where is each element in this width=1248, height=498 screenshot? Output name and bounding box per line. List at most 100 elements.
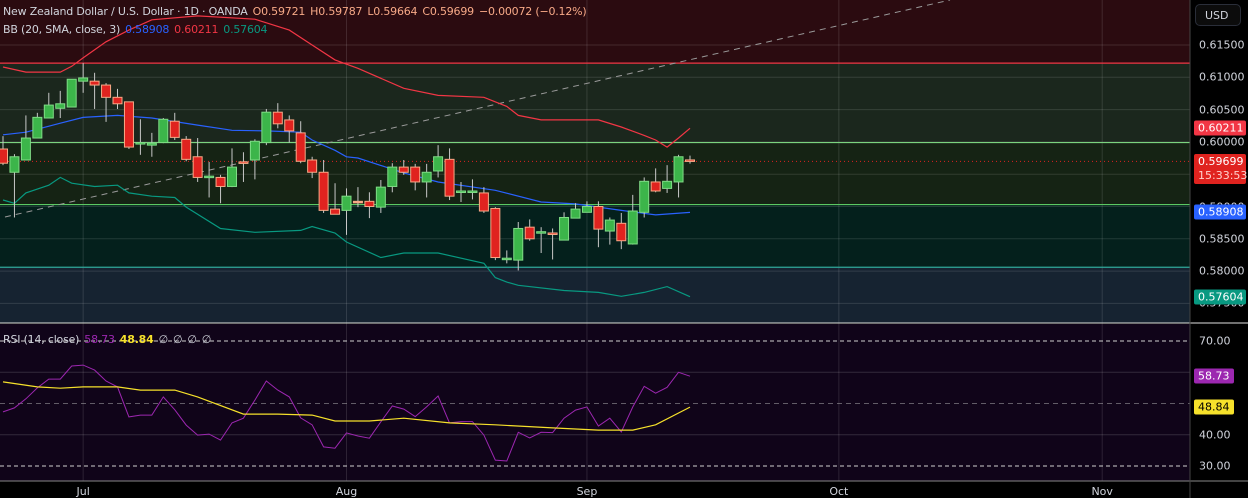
rsi-extra-value: ∅ — [201, 333, 212, 346]
candle-body — [192, 156, 203, 178]
candle-body — [204, 175, 215, 179]
candle-body — [158, 118, 169, 144]
candle-body — [513, 227, 524, 261]
rsi-tick-label: 30.00 — [1199, 459, 1231, 473]
candle-body — [352, 200, 363, 204]
rsi-value: 58.73 — [84, 333, 115, 346]
candle-body — [0, 148, 8, 164]
time-tick-label: Jul — [76, 485, 90, 498]
candle-body — [581, 206, 592, 213]
candle-body — [284, 119, 295, 132]
current-price-badge: 0.59699 15:33:53 — [1194, 154, 1248, 185]
candle-body — [318, 171, 329, 211]
candle-body — [55, 103, 66, 109]
bb-label: BB (20, SMA, close, 3) — [3, 23, 121, 36]
time-tick-label: Nov — [1091, 485, 1113, 498]
price-tick-label: 0.58500 — [1199, 232, 1245, 246]
candle-body — [20, 137, 31, 161]
rsi-extra-value: ∅ — [172, 333, 183, 346]
rsi-legend[interactable]: RSI (14, close) 58.73 48.84 ∅ ∅ ∅ ∅ — [3, 333, 216, 346]
candle-body — [639, 180, 650, 213]
candle-body — [627, 210, 638, 245]
candle-body — [410, 166, 421, 183]
candle-body — [524, 226, 535, 240]
ohlc-high: H0.59787 — [310, 5, 363, 18]
candle-body — [66, 78, 77, 108]
candle-body — [307, 159, 318, 173]
candle-body — [387, 166, 398, 187]
candle-body — [146, 142, 157, 146]
currency-button[interactable]: USD — [1195, 4, 1241, 26]
bb-upper-value: 0.60211 — [174, 23, 219, 36]
candle-body — [650, 181, 661, 192]
ohlc-close: C0.59699 — [422, 5, 474, 18]
price-tick-label: 0.58000 — [1199, 264, 1245, 278]
current-price-value: 0.59699 — [1198, 155, 1244, 169]
candle-body — [375, 186, 386, 208]
candle-body — [238, 161, 249, 164]
candle-body — [616, 222, 627, 242]
price-tick-label: 0.61500 — [1199, 38, 1245, 52]
ohlc-open: O0.59721 — [252, 5, 306, 18]
candle-body — [421, 171, 432, 183]
bb-lower-value: 0.57604 — [223, 23, 268, 36]
candle-body — [227, 166, 237, 187]
candle-body — [181, 138, 192, 160]
candle-body — [547, 232, 558, 235]
candle-body — [536, 231, 547, 234]
price-tick-label: 0.61000 — [1199, 70, 1245, 84]
candle-body — [123, 101, 134, 148]
candle-body — [32, 116, 43, 139]
candle-body — [570, 208, 581, 219]
time-tick-label: Aug — [335, 485, 358, 498]
candle-body — [662, 180, 673, 189]
candle-body — [249, 140, 260, 161]
rsi-tick-label: 70.00 — [1199, 334, 1231, 348]
zone-band — [0, 267, 1190, 323]
candle-body — [444, 158, 455, 197]
bb-lower-badge: 0.57604 — [1194, 289, 1246, 305]
candle-body — [456, 190, 466, 193]
candle-body — [478, 192, 489, 212]
candle-body — [295, 132, 306, 162]
candle-body — [43, 104, 54, 119]
candle-body — [685, 159, 695, 162]
candle-body — [398, 166, 409, 173]
rsi-ma-badge: 48.84 — [1194, 399, 1234, 415]
bb-basis-badge: 0.58908 — [1194, 204, 1246, 220]
candle-body — [78, 77, 89, 82]
symbol-title[interactable]: New Zealand Dollar / U.S. Dollar · 1D · … — [3, 5, 248, 18]
rsi-extra-value: ∅ — [187, 333, 197, 346]
candle-body — [467, 190, 478, 193]
rsi-badge: 58.73 — [1194, 368, 1234, 384]
candle-body — [272, 111, 283, 125]
bb-legend[interactable]: BB (20, SMA, close, 3) 0.58908 0.60211 0.57… — [3, 23, 272, 36]
candle-body — [169, 120, 180, 138]
candle-body — [433, 156, 444, 172]
candle-body — [89, 80, 100, 86]
bb-basis-value: 0.58908 — [125, 23, 170, 36]
candle-body — [604, 219, 615, 232]
candle-body — [673, 156, 684, 183]
candle-body — [135, 142, 146, 145]
ohlc-change: −0.00072 (−0.12%) — [478, 5, 587, 18]
candle-body — [341, 195, 352, 211]
candle-body — [490, 207, 501, 259]
rsi-extra-value: ∅ — [158, 333, 169, 346]
candle-body — [501, 257, 512, 261]
symbol-legend: New Zealand Dollar / U.S. Dollar · 1D · … — [3, 5, 592, 18]
bar-countdown: 15:33:53 — [1198, 169, 1248, 183]
rsi-ma-value: 48.84 — [119, 333, 154, 346]
rsi-label: RSI (14, close) — [3, 333, 80, 346]
rsi-tick-label: 40.00 — [1199, 428, 1231, 442]
candle-body — [215, 176, 226, 187]
candle-body — [364, 200, 375, 208]
rsi-pane-background — [0, 324, 1190, 481]
price-tick-label: 0.60500 — [1199, 103, 1245, 117]
time-tick-label: Oct — [829, 485, 849, 498]
candle-body — [112, 96, 123, 105]
zone-band — [0, 142, 1190, 205]
chart-canvas[interactable] — [0, 0, 1248, 498]
candle-body — [261, 111, 272, 144]
candle-body — [101, 84, 112, 98]
